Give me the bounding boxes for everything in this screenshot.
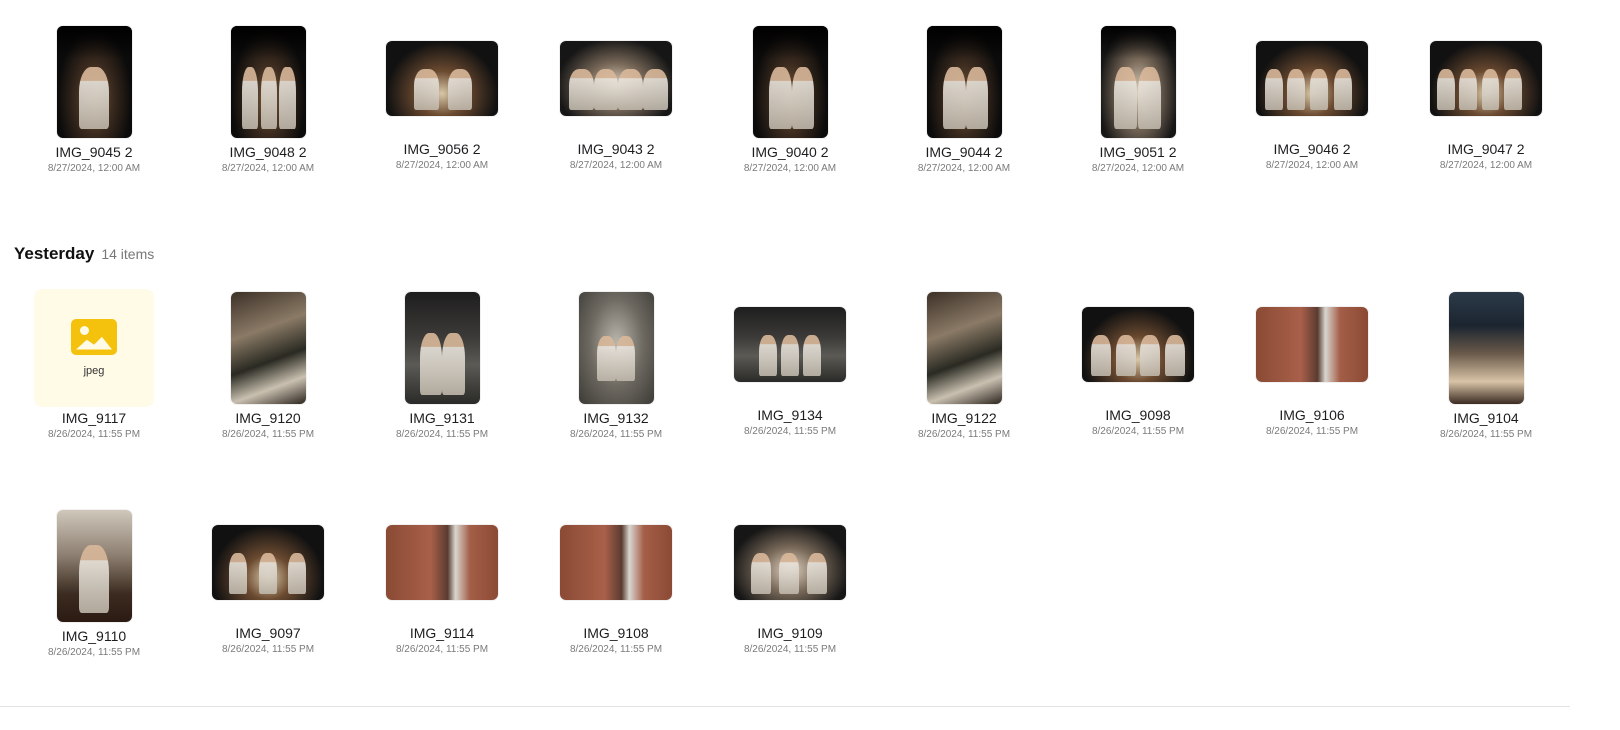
photo-thumbnail bbox=[926, 291, 1002, 404]
photo-tile[interactable]: IMG_9104 8/26/2024, 11:55 PM bbox=[1416, 290, 1556, 465]
file-name: IMG_9109 bbox=[757, 625, 823, 641]
photo-tile[interactable]: IMG_9048 2 8/27/2024, 12:00 AM bbox=[198, 24, 338, 199]
photo-thumbnail bbox=[734, 307, 846, 382]
file-date: 8/26/2024, 11:55 PM bbox=[1439, 429, 1533, 440]
file-date: 8/26/2024, 11:55 PM bbox=[395, 644, 489, 655]
section-item-count: 14 items bbox=[101, 246, 155, 262]
photo-tile[interactable]: IMG_9114 8/26/2024, 11:55 PM bbox=[372, 505, 512, 680]
file-date: 8/27/2024, 12:00 AM bbox=[917, 163, 1011, 174]
photo-tile[interactable]: IMG_9131 8/26/2024, 11:55 PM bbox=[372, 290, 512, 465]
file-date: 8/26/2024, 11:55 PM bbox=[1265, 426, 1359, 437]
photo-tile[interactable]: IMG_9108 8/26/2024, 11:55 PM bbox=[546, 505, 686, 680]
photo-tile[interactable]: IMG_9047 2 8/27/2024, 12:00 AM bbox=[1416, 21, 1556, 196]
file-type-label: jpeg bbox=[83, 364, 105, 377]
photo-tile[interactable]: IMG_9051 2 8/27/2024, 12:00 AM bbox=[1068, 24, 1208, 199]
section-title: Yesterday bbox=[14, 244, 95, 263]
photo-thumbnail bbox=[752, 25, 828, 138]
image-icon bbox=[71, 318, 117, 355]
file-name: IMG_9098 bbox=[1105, 407, 1171, 423]
photo-thumbnail bbox=[386, 41, 498, 116]
photo-thumbnail bbox=[734, 525, 846, 600]
file-name: IMG_9097 bbox=[235, 625, 301, 641]
photo-thumbnail bbox=[560, 41, 672, 116]
file-date: 8/26/2024, 11:55 PM bbox=[395, 429, 489, 440]
file-name: IMG_9044 2 bbox=[925, 144, 1003, 160]
file-date: 8/26/2024, 11:55 PM bbox=[743, 426, 837, 437]
file-date: 8/27/2024, 12:00 AM bbox=[1439, 160, 1533, 171]
file-name: IMG_9043 2 bbox=[577, 141, 655, 157]
photo-tile[interactable]: IMG_9132 8/26/2024, 11:55 PM bbox=[546, 290, 686, 465]
file-date: 8/26/2024, 11:55 PM bbox=[917, 429, 1011, 440]
file-name: IMG_9047 2 bbox=[1447, 141, 1525, 157]
photo-thumbnail bbox=[1256, 41, 1368, 116]
file-name: IMG_9114 bbox=[409, 625, 475, 641]
file-name: IMG_9045 2 bbox=[55, 144, 133, 160]
photo-thumbnail bbox=[926, 25, 1002, 138]
photo-tile[interactable]: IMG_9098 8/26/2024, 11:55 PM bbox=[1068, 287, 1208, 462]
file-date: 8/27/2024, 12:00 AM bbox=[1265, 160, 1359, 171]
photo-tile[interactable]: IMG_9056 2 8/27/2024, 12:00 AM bbox=[372, 21, 512, 196]
file-date: 8/26/2024, 11:55 PM bbox=[569, 429, 663, 440]
file-date: 8/26/2024, 11:55 PM bbox=[47, 429, 141, 440]
file-date: 8/27/2024, 12:00 AM bbox=[395, 160, 489, 171]
photo-tile[interactable]: IMG_9043 2 8/27/2024, 12:00 AM bbox=[546, 21, 686, 196]
divider bbox=[0, 706, 1570, 707]
file-placeholder: jpeg bbox=[34, 288, 154, 407]
photo-tile[interactable]: jpeg IMG_9117 8/26/2024, 11:55 PM bbox=[24, 288, 164, 465]
file-date: 8/26/2024, 11:55 PM bbox=[1091, 426, 1185, 437]
photo-thumbnail bbox=[404, 291, 480, 404]
photo-thumbnail bbox=[56, 509, 132, 622]
photo-thumbnail bbox=[578, 291, 654, 404]
photo-thumbnail bbox=[560, 525, 672, 600]
photo-tile[interactable]: IMG_9046 2 8/27/2024, 12:00 AM bbox=[1242, 21, 1382, 196]
photo-thumbnail bbox=[1100, 25, 1176, 138]
photo-thumbnail bbox=[230, 291, 306, 404]
photo-tile[interactable]: IMG_9110 8/26/2024, 11:55 PM bbox=[24, 508, 164, 683]
photo-thumbnail bbox=[1256, 307, 1368, 382]
file-name: IMG_9051 2 bbox=[1099, 144, 1177, 160]
file-name: IMG_9108 bbox=[583, 625, 649, 641]
photo-thumbnail bbox=[1082, 307, 1194, 382]
photo-thumbnail bbox=[1430, 41, 1542, 116]
file-date: 8/26/2024, 11:55 PM bbox=[221, 644, 315, 655]
file-date: 8/27/2024, 12:00 AM bbox=[743, 163, 837, 174]
file-date: 8/26/2024, 11:55 PM bbox=[569, 644, 663, 655]
photo-tile[interactable]: IMG_9040 2 8/27/2024, 12:00 AM bbox=[720, 24, 860, 199]
photo-thumbnail bbox=[1448, 291, 1524, 404]
file-name: IMG_9134 bbox=[757, 407, 823, 423]
photo-thumbnail bbox=[230, 25, 306, 138]
photo-thumbnail bbox=[56, 25, 132, 138]
photo-tile[interactable]: IMG_9122 8/26/2024, 11:55 PM bbox=[894, 290, 1034, 465]
file-name: IMG_9046 2 bbox=[1273, 141, 1351, 157]
file-name: IMG_9122 bbox=[931, 410, 997, 426]
file-name: IMG_9117 bbox=[61, 410, 127, 426]
file-date: 8/27/2024, 12:00 AM bbox=[569, 160, 663, 171]
file-date: 8/27/2024, 12:00 AM bbox=[221, 163, 315, 174]
file-name: IMG_9048 2 bbox=[229, 144, 307, 160]
file-name: IMG_9106 bbox=[1279, 407, 1345, 423]
photo-tile[interactable]: IMG_9097 8/26/2024, 11:55 PM bbox=[198, 505, 338, 680]
file-name: IMG_9131 bbox=[409, 410, 475, 426]
photo-tile[interactable]: IMG_9120 8/26/2024, 11:55 PM bbox=[198, 290, 338, 465]
photo-thumbnail bbox=[212, 525, 324, 600]
file-date: 8/26/2024, 11:55 PM bbox=[47, 647, 141, 658]
file-date: 8/26/2024, 11:55 PM bbox=[221, 429, 315, 440]
file-name: IMG_9132 bbox=[583, 410, 649, 426]
photo-tile[interactable]: IMG_9106 8/26/2024, 11:55 PM bbox=[1242, 287, 1382, 462]
file-date: 8/26/2024, 11:55 PM bbox=[743, 644, 837, 655]
file-name: IMG_9110 bbox=[61, 628, 127, 644]
file-name: IMG_9040 2 bbox=[751, 144, 829, 160]
photo-thumbnail bbox=[386, 525, 498, 600]
photo-tile[interactable]: IMG_9045 2 8/27/2024, 12:00 AM bbox=[24, 24, 164, 199]
section-header: Yesterday 14 items bbox=[14, 244, 154, 264]
photo-tile[interactable]: IMG_9044 2 8/27/2024, 12:00 AM bbox=[894, 24, 1034, 199]
file-name: IMG_9120 bbox=[235, 410, 301, 426]
photo-tile[interactable]: IMG_9109 8/26/2024, 11:55 PM bbox=[720, 505, 860, 680]
file-name: IMG_9104 bbox=[1453, 410, 1519, 426]
file-date: 8/27/2024, 12:00 AM bbox=[47, 163, 141, 174]
file-date: 8/27/2024, 12:00 AM bbox=[1091, 163, 1185, 174]
file-name: IMG_9056 2 bbox=[403, 141, 481, 157]
photo-tile[interactable]: IMG_9134 8/26/2024, 11:55 PM bbox=[720, 287, 860, 462]
